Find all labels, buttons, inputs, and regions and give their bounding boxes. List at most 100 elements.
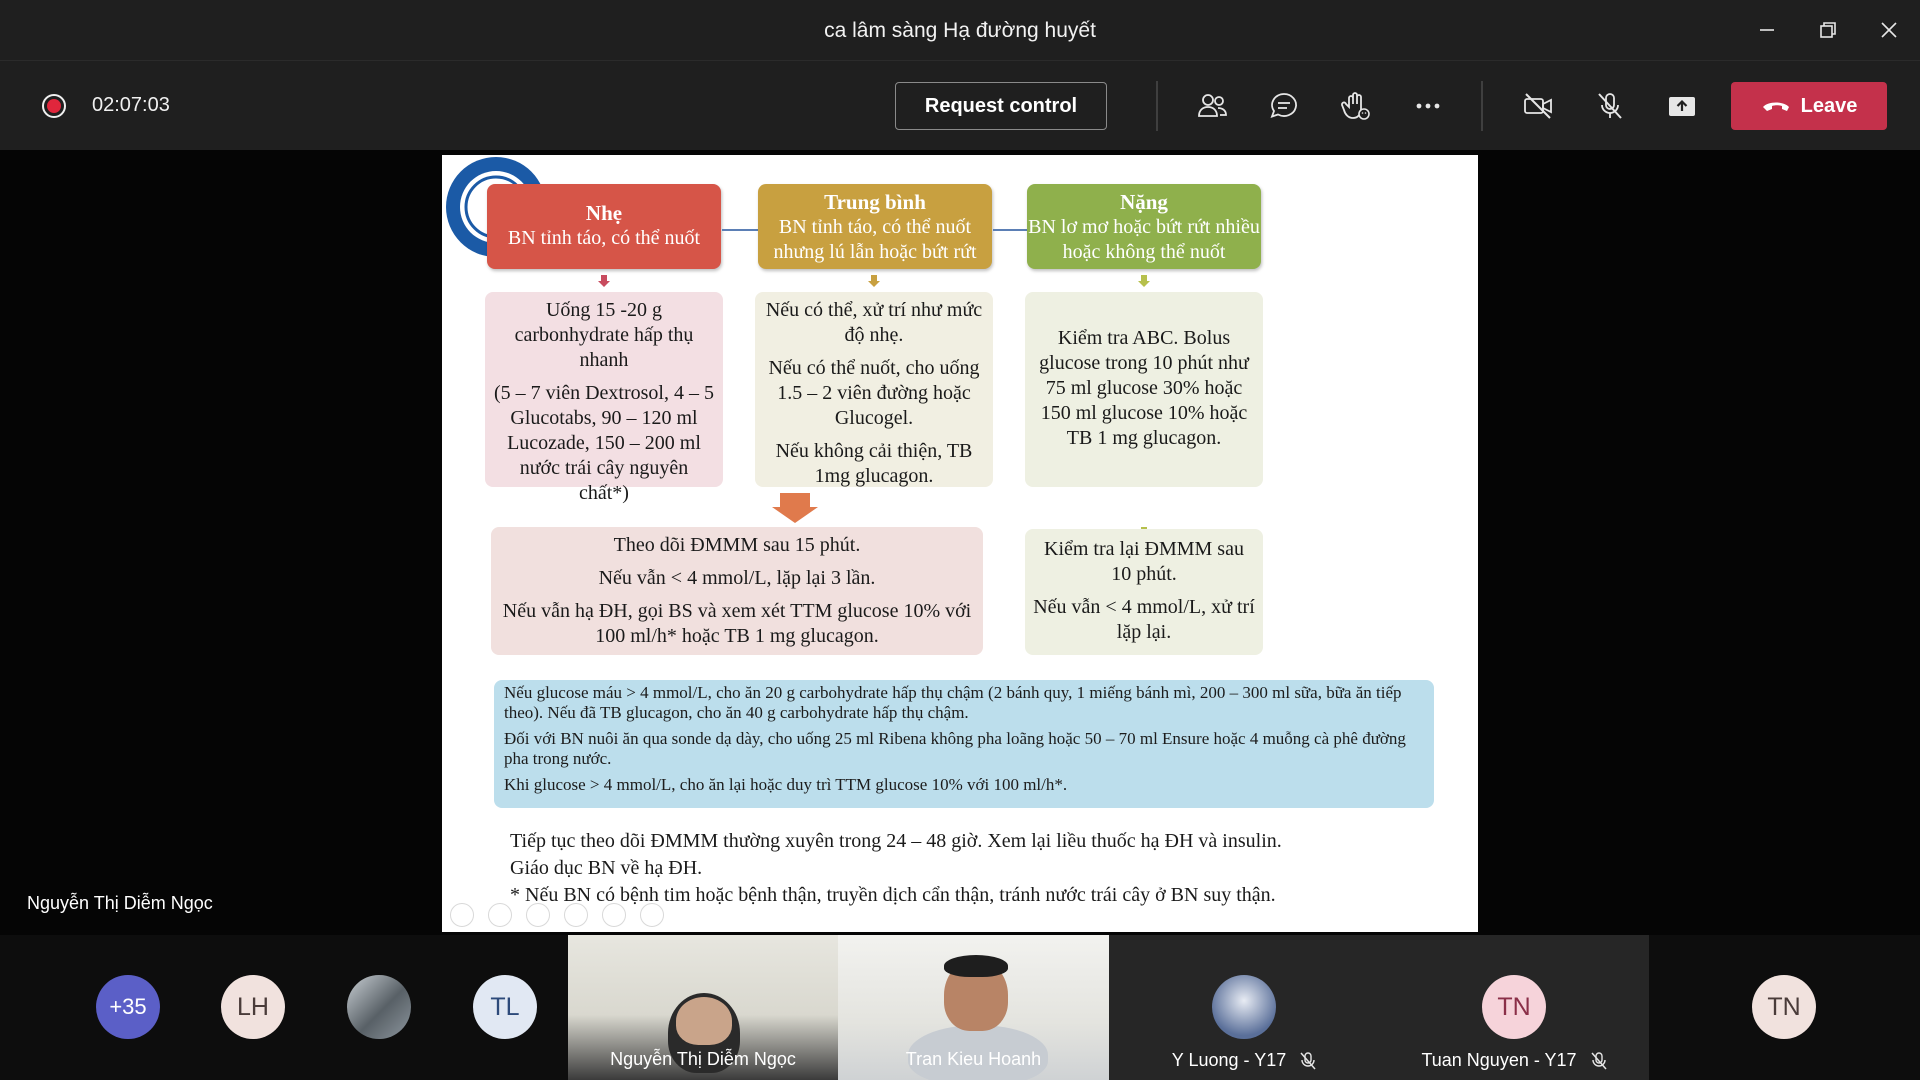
severe-monitoring-box: Kiểm tra lại ĐMMM sau 10 phút. Nếu vẫn <… [1025, 529, 1263, 655]
leave-button[interactable]: Leave [1731, 82, 1887, 130]
slide-footer-note: Tiếp tục theo dõi ĐMMM thường xuyên tron… [510, 828, 1282, 909]
close-icon [1881, 22, 1897, 38]
mic-off-icon [1598, 93, 1622, 119]
recording-indicator-icon [42, 94, 66, 118]
slide-controls [450, 903, 664, 927]
participant-name: Tran Kieu Hoanh [905, 1049, 1042, 1069]
zoom-icon[interactable] [602, 903, 626, 927]
next-slide-icon[interactable] [488, 903, 512, 927]
toolbar-divider [1156, 81, 1158, 131]
severe-action-box: Kiểm tra ABC. Bolus glucose trong 10 phú… [1025, 292, 1263, 487]
chat-button[interactable] [1261, 85, 1307, 127]
follow-up-info-box: Nếu glucose máu > 4 mmol/L, cho ăn 20 g … [494, 680, 1434, 808]
severity-header-mild: Nhẹ BN tỉnh táo, có thể nuốt [487, 184, 721, 269]
arrow-down-icon [868, 275, 880, 287]
monitor-line: Nếu vẫn < 4 mmol/L, lặp lại 3 lần. [598, 567, 876, 589]
minimize-icon [1760, 29, 1774, 31]
request-control-button[interactable]: Request control [895, 82, 1107, 130]
chat-icon [1270, 93, 1297, 118]
mild-action-box: Uống 15 -20 g carbonhydrate hấp thụ nhan… [485, 292, 723, 504]
participant-tile[interactable]: TN Tuan Nguyen - Y17 [1379, 935, 1649, 1080]
leave-label: Leave [1800, 94, 1858, 117]
participant-avatar[interactable]: TL [473, 975, 537, 1039]
info-line: Khi glucose > 4 mmol/L, cho ăn lại hoặc … [504, 775, 1068, 794]
camera-off-icon [1524, 93, 1552, 119]
severity-header-moderate: Trung bình BN tỉnh táo, có thể nuốt nhưn… [758, 184, 992, 269]
moderate-action-line: Nếu có thể nuốt, cho uống 1.5 – 2 viên đ… [768, 357, 980, 429]
connector-line [993, 229, 1027, 231]
mic-toggle-button[interactable] [1587, 85, 1633, 127]
raise-hand-icon [1341, 92, 1370, 120]
share-icon [1669, 97, 1695, 116]
window-title: ca lâm sàng Hạ đường huyết [824, 19, 1096, 42]
shared-slide: Nhẹ BN tỉnh táo, có thể nuốt Trung bình … [442, 155, 1478, 932]
meeting-timer: 02:07:03 [92, 94, 170, 116]
footer-line: Tiếp tục theo dõi ĐMMM thường xuyên tron… [510, 830, 1282, 852]
more-options-icon[interactable] [640, 903, 664, 927]
participant-avatar[interactable]: LH [221, 975, 285, 1039]
participant-face [676, 997, 732, 1045]
moderate-action-line: Nếu không cải thiện, TB 1mg glucagon. [775, 440, 973, 487]
participant-video-tile[interactable]: Nguyễn Thị Diễm Ngọc [568, 935, 838, 1080]
footer-line: Giáo dục BN về hạ ĐH. [510, 857, 703, 879]
severe-title: Nặng [1120, 190, 1168, 214]
close-window-button[interactable] [1864, 8, 1914, 52]
moderate-action-box: Nếu có thể, xử trí như mức độ nhẹ. Nếu c… [755, 292, 993, 487]
reactions-button[interactable] [1333, 85, 1379, 127]
mic-muted-icon [1300, 1051, 1316, 1069]
participant-avatar-photo[interactable] [347, 975, 411, 1039]
arrow-down-icon [598, 275, 610, 287]
mild-description: BN tỉnh táo, có thể nuốt [507, 227, 701, 249]
participant-label-row: Y Luong - Y17 [1109, 1050, 1379, 1071]
arrow-down-icon [1138, 275, 1150, 287]
moderate-title: Trung bình [824, 190, 926, 214]
mild-action-line: (5 – 7 viên Dextrosol, 4 – 5 Glucotabs, … [494, 382, 714, 504]
arrow-down-icon [772, 493, 818, 523]
more-actions-button[interactable] [1405, 85, 1451, 127]
more-participants-button[interactable]: +35 [96, 975, 160, 1039]
people-icon [1198, 94, 1227, 117]
mild-monitoring-box: Theo dõi ĐMMM sau 15 phút. Nếu vẫn < 4 m… [491, 527, 983, 655]
participant-tile[interactable]: Y Luong - Y17 [1109, 935, 1379, 1080]
title-bar: ca lâm sàng Hạ đường huyết [0, 0, 1920, 60]
mic-muted-icon [1590, 1051, 1607, 1069]
participant-strip: +35 LH TL Nguyễn Thị Diễm Ngọc Tran Kieu… [0, 935, 1920, 1080]
previous-slide-icon[interactable] [450, 903, 474, 927]
participant-name: Tuan Nguyen - Y17 [1421, 1050, 1577, 1070]
participant-avatar[interactable]: TN [1752, 975, 1816, 1039]
severe-description: BN lơ mơ hoặc bứt rứt nhiều hoặc không t… [1028, 216, 1260, 263]
participants-button[interactable] [1189, 85, 1235, 127]
moderate-description: BN tỉnh táo, có thể nuốt nhưng lú lẫn ho… [773, 216, 977, 263]
hang-up-icon [1762, 102, 1789, 111]
share-content-button[interactable] [1659, 85, 1705, 127]
severity-header-severe: Nặng BN lơ mơ hoặc bứt rứt nhiều hoặc kh… [1027, 184, 1261, 269]
participant-video-tile[interactable]: Tran Kieu Hoanh [838, 935, 1109, 1080]
toolbar-divider [1481, 81, 1483, 131]
presenter-name: Nguyễn Thị Diễm Ngọc [27, 893, 213, 913]
pen-icon[interactable] [526, 903, 550, 927]
restore-button[interactable] [1803, 8, 1853, 52]
participant-avatar: TN [1482, 975, 1546, 1039]
participant-name: Nguyễn Thị Diễm Ngọc [610, 1049, 796, 1069]
minimize-button[interactable] [1742, 8, 1792, 52]
monitor-line: Kiểm tra lại ĐMMM sau 10 phút. [1044, 538, 1244, 585]
mild-action-line: Uống 15 -20 g carbonhydrate hấp thụ nhan… [514, 299, 694, 371]
participant-name: Y Luong - Y17 [1171, 1050, 1287, 1070]
participant-label-row: Tuan Nguyen - Y17 [1379, 1050, 1649, 1071]
monitor-line: Theo dõi ĐMMM sau 15 phút. [613, 534, 861, 556]
info-line: Nếu glucose máu > 4 mmol/L, cho ăn 20 g … [504, 683, 1402, 722]
more-icon [1416, 103, 1440, 109]
camera-toggle-button[interactable] [1515, 85, 1561, 127]
meeting-toolbar: 02:07:03 Request control Leave [0, 60, 1920, 150]
monitor-line: Nếu vẫn hạ ĐH, gọi BS và xem xét TTM glu… [502, 600, 972, 647]
participant-avatar-photo [1212, 975, 1276, 1039]
info-line: Đối với BN nuôi ăn qua sonde dạ dày, cho… [504, 729, 1406, 768]
mild-title: Nhẹ [585, 201, 623, 225]
monitor-line: Nếu vẫn < 4 mmol/L, xử trí lặp lại. [1033, 596, 1255, 643]
slides-grid-icon[interactable] [564, 903, 588, 927]
severe-action-line: Kiểm tra ABC. Bolus glucose trong 10 phú… [1039, 327, 1249, 449]
moderate-action-line: Nếu có thể, xử trí như mức độ nhẹ. [765, 299, 983, 346]
restore-icon [1820, 22, 1836, 38]
connector-line [722, 229, 758, 231]
participant-hair [944, 955, 1008, 977]
